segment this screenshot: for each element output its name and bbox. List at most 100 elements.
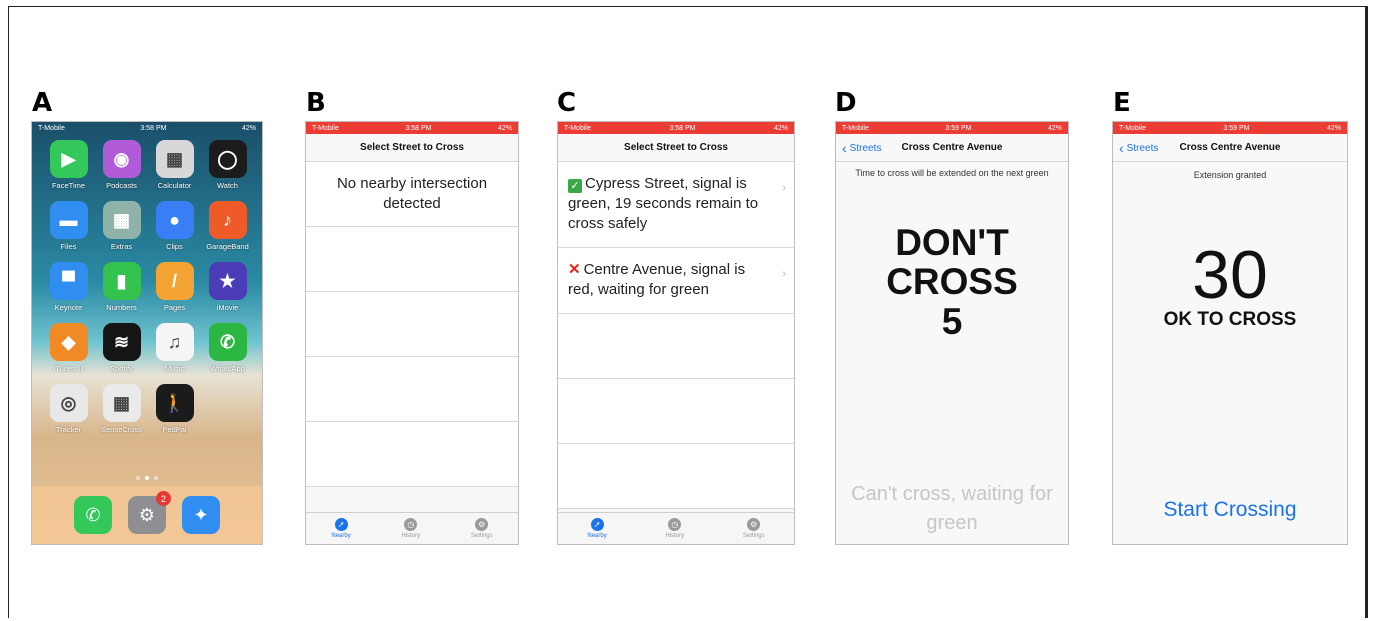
music-icon: ♫ (155, 323, 194, 361)
app-watch[interactable]: ◯ Watch (201, 140, 254, 190)
app-label: Pages (163, 303, 186, 312)
app-label: WhatsApp (210, 364, 245, 373)
tab-history[interactable]: ◷ History (665, 518, 684, 539)
app-files[interactable]: ▬ Files (42, 201, 95, 251)
status-bar: T-Mobile 3:58 PM 42% (32, 122, 262, 134)
waiting-message: Can't cross, waiting for green (851, 483, 1053, 534)
back-button[interactable]: ‹ Streets (842, 134, 881, 162)
app-numbers[interactable]: ▮ Numbers (95, 262, 148, 312)
extension-status: Extension granted (1193, 170, 1267, 180)
notification-badge: 2 (156, 491, 171, 506)
app-clips[interactable]: ● Clips (148, 201, 201, 251)
tab-nearby[interactable]: ➚ Nearby (331, 518, 351, 539)
app-label: FaceTime (51, 181, 86, 190)
app-tracker[interactable]: ◎ Tracker (42, 384, 95, 434)
itunes-u-icon: ◆ (49, 323, 88, 361)
phone-icon[interactable]: ✆ (74, 496, 112, 534)
street-row-text: Centre Avenue, signal is red, waiting fo… (568, 261, 746, 298)
app-label: GarageBand (206, 242, 249, 251)
app-itunes-u[interactable]: ◆ iTunes U (42, 323, 95, 373)
app-garageband[interactable]: ♪ GarageBand (201, 201, 254, 251)
panel-label-d: D (835, 88, 857, 118)
podcasts-icon: ◉ (102, 140, 141, 178)
app-label: Spotify (110, 364, 133, 373)
tab-history[interactable]: ◷ History (401, 518, 420, 539)
imovie-icon: ★ (208, 262, 247, 300)
street-row-centre[interactable]: ✕ Centre Avenue, signal is red, waiting f… (558, 248, 794, 314)
tab-nearby[interactable]: ➚ Nearby (587, 518, 607, 539)
start-crossing-button[interactable]: Start Crossing (1113, 498, 1347, 522)
countdown-value: 30 (1192, 237, 1268, 313)
countdown-value: 5 (941, 301, 963, 342)
app-label: Calculator (157, 181, 192, 190)
list-row-empty (306, 292, 518, 357)
app-imovie[interactable]: ★ iMovie (201, 262, 254, 312)
empty-message: No nearby intersection detected (306, 162, 518, 227)
app-spotify[interactable]: ≋ Spotify (95, 323, 148, 373)
tab-label: Settings (742, 533, 765, 539)
page-title: Select Street to Cross (360, 142, 464, 153)
tab-label: Nearby (331, 533, 351, 539)
app-label: SenseCross (101, 425, 142, 434)
app-label: iMovie (216, 303, 239, 312)
pages-icon: / (155, 262, 194, 300)
tab-bar: ➚ Nearby ◷ History ⚙ Settings (306, 512, 518, 544)
app-keynote[interactable]: ▀ Keynote (42, 262, 95, 312)
safari-icon[interactable]: ✦ (182, 496, 220, 534)
chevron-left-icon: ‹ (1119, 140, 1124, 156)
app-label: Tracker (55, 425, 82, 434)
back-button[interactable]: ‹ Streets (1119, 134, 1158, 162)
page-title: Select Street to Cross (624, 142, 728, 153)
battery-label: 42% (773, 124, 788, 132)
empty-message-text: No nearby intersection detected (336, 175, 488, 212)
carrier-label: T-Mobile (312, 124, 339, 132)
tab-settings[interactable]: ⚙ Settings (471, 518, 493, 539)
keynote-icon: ▀ (49, 262, 88, 300)
screen-dont-cross: T-Mobile 3:59 PM 42% ‹ Streets Cross Cent… (835, 121, 1069, 545)
tracker-icon: ◎ (49, 384, 88, 422)
app-whatsapp[interactable]: ✆ WhatsApp (201, 323, 254, 373)
app-label: Files (60, 242, 77, 251)
list-row-empty (558, 314, 794, 379)
app-pedpal[interactable]: 🚶 PedPal (148, 384, 201, 434)
chevron-right-icon: › (782, 182, 786, 194)
tab-label: History (401, 533, 421, 539)
battery-label: 42% (497, 124, 512, 132)
app-label: PedPal (162, 425, 187, 434)
extras-folder-icon: ▦ (102, 201, 141, 239)
garageband-icon: ♪ (208, 201, 247, 239)
app-label: Numbers (106, 303, 137, 312)
carrier-label: T-Mobile (564, 124, 591, 132)
settings-icon[interactable]: ⚙ 2 (128, 491, 171, 534)
dont-cross-line1: DON'T (895, 222, 1009, 263)
app-calculator[interactable]: ▦ Calculator (148, 140, 201, 190)
tab-bar: ➚ Nearby ◷ History ⚙ Settings (558, 512, 794, 544)
clock-label: 3:59 PM (1223, 124, 1250, 132)
gear-icon: ⚙ (475, 518, 489, 531)
panel-label-e: E (1113, 88, 1131, 118)
app-sensecross[interactable]: ▦ SenseCross (95, 384, 148, 434)
battery-label: 42% (241, 124, 256, 132)
app-pages[interactable]: / Pages (148, 262, 201, 312)
sensecross-icon: ▦ (102, 384, 141, 422)
numbers-icon: ▮ (102, 262, 141, 300)
clock-icon: ◷ (404, 518, 418, 531)
tab-settings[interactable]: ⚙ Settings (743, 518, 765, 539)
panel-label-b: B (306, 88, 326, 118)
tab-label: History (665, 533, 685, 539)
chevron-right-icon: › (782, 268, 786, 280)
app-music[interactable]: ♫ Music (148, 323, 201, 373)
app-extras[interactable]: ▦ Extras (95, 201, 148, 251)
clock-label: 3:58 PM (669, 124, 696, 132)
compass-icon: ➚ (334, 518, 348, 531)
clock-label: 3:58 PM (405, 124, 432, 132)
clock-label: 3:59 PM (945, 124, 972, 132)
street-row-cypress[interactable]: ✓ Cypress Street, signal is green, 19 sec… (558, 162, 794, 248)
dock: ✆ ⚙ 2 ✦ (32, 486, 262, 544)
app-facetime[interactable]: ▶ FaceTime (42, 140, 95, 190)
app-podcasts[interactable]: ◉ Podcasts (95, 140, 148, 190)
watch-icon: ◯ (208, 140, 247, 178)
nav-bar: ‹ Streets Cross Centre Avenue (1113, 134, 1347, 162)
facetime-icon: ▶ (49, 140, 88, 178)
battery-label: 42% (1047, 124, 1062, 132)
